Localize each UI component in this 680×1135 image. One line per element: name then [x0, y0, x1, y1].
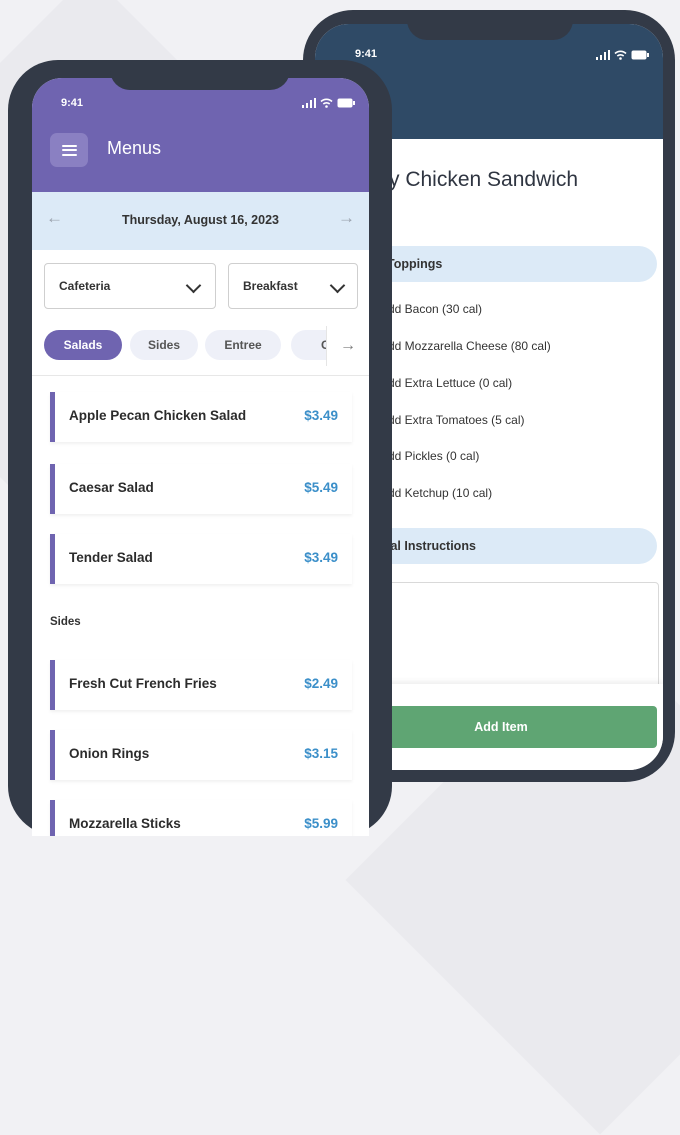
item-accent-bar [50, 730, 55, 780]
phone-notch [407, 10, 573, 40]
status-icons [596, 50, 649, 60]
item-name: Fresh Cut French Fries [69, 676, 217, 691]
item-name: Onion Rings [69, 746, 150, 761]
status-icons [302, 98, 355, 108]
topping-option[interactable]: dd Extra Tomatoes (5 cal) [388, 413, 525, 427]
chevron-down-icon [329, 277, 346, 294]
status-time: 9:41 [355, 48, 378, 60]
page-title: Menus [107, 138, 162, 158]
item-name: Tender Salad [69, 550, 153, 565]
item-name: Mozzarella Sticks [69, 816, 181, 831]
date-navigator: ← Thursday, August 16, 2023 → [32, 192, 369, 250]
item-accent-bar [50, 800, 55, 836]
topping-option[interactable]: dd Extra Lettuce (0 cal) [388, 376, 512, 390]
menus-phone: 9:41 Menus ← Thursday, August 16, 2023 →… [8, 60, 392, 836]
category-tabs: Salads Sides Entree Col → [32, 326, 369, 366]
section-heading-sides: Sides [50, 616, 81, 628]
battery-icon [337, 98, 355, 108]
menu-item[interactable]: Apple Pecan Chicken Salad $3.49 [50, 392, 352, 442]
arrow-right-icon[interactable]: → [326, 326, 369, 366]
toppings-header: Toppings [387, 257, 443, 271]
chevron-down-icon [185, 277, 202, 294]
item-price: $3.49 [304, 408, 338, 423]
item-price: $5.49 [304, 480, 338, 495]
signal-icon [596, 50, 610, 60]
menu-item[interactable]: Tender Salad $3.49 [50, 534, 352, 584]
menu-item[interactable]: Fresh Cut French Fries $2.49 [50, 660, 352, 710]
battery-icon [631, 50, 649, 60]
tab-sides[interactable]: Sides [130, 330, 198, 360]
menu-button[interactable] [50, 133, 88, 167]
topping-option[interactable]: dd Bacon (30 cal) [388, 302, 482, 316]
wifi-icon [320, 98, 333, 108]
instructions-header: ial Instructions [387, 539, 476, 553]
tab-entree[interactable]: Entree [205, 330, 281, 360]
item-name: Apple Pecan Chicken Salad [69, 408, 247, 423]
item-accent-bar [50, 660, 55, 710]
divider [32, 375, 369, 376]
item-accent-bar [50, 464, 55, 514]
menus-screen: 9:41 Menus ← Thursday, August 16, 2023 →… [32, 78, 369, 836]
location-select[interactable]: Cafeteria [44, 263, 216, 309]
location-select-value: Cafeteria [59, 279, 111, 293]
item-price: $2.49 [304, 676, 338, 691]
item-price: $5.99 [304, 816, 338, 831]
menu-item[interactable]: Caesar Salad $5.49 [50, 464, 352, 514]
topping-option[interactable]: dd Mozzarella Cheese (80 cal) [388, 339, 551, 353]
meal-select-value: Breakfast [243, 279, 298, 293]
item-accent-bar [50, 392, 55, 442]
tab-salads[interactable]: Salads [44, 330, 122, 360]
wifi-icon [614, 50, 627, 60]
item-name: Caesar Salad [69, 480, 154, 495]
menu-item[interactable]: Onion Rings $3.15 [50, 730, 352, 780]
topping-option[interactable]: dd Pickles (0 cal) [388, 449, 479, 463]
topping-option[interactable]: dd Ketchup (10 cal) [388, 486, 492, 500]
menu-icon [61, 144, 77, 156]
arrow-right-icon[interactable]: → [338, 208, 355, 228]
menu-item[interactable]: Mozzarella Sticks $5.99 [50, 800, 352, 836]
item-price: $3.15 [304, 746, 338, 761]
item-price: $3.49 [304, 550, 338, 565]
meal-select[interactable]: Breakfast [228, 263, 358, 309]
item-accent-bar [50, 534, 55, 584]
signal-icon [302, 98, 316, 108]
current-date: Thursday, August 16, 2023 [122, 213, 279, 227]
phone-notch [110, 60, 290, 90]
status-time: 9:41 [61, 97, 84, 109]
item-title: y Chicken Sandwich [389, 168, 579, 191]
